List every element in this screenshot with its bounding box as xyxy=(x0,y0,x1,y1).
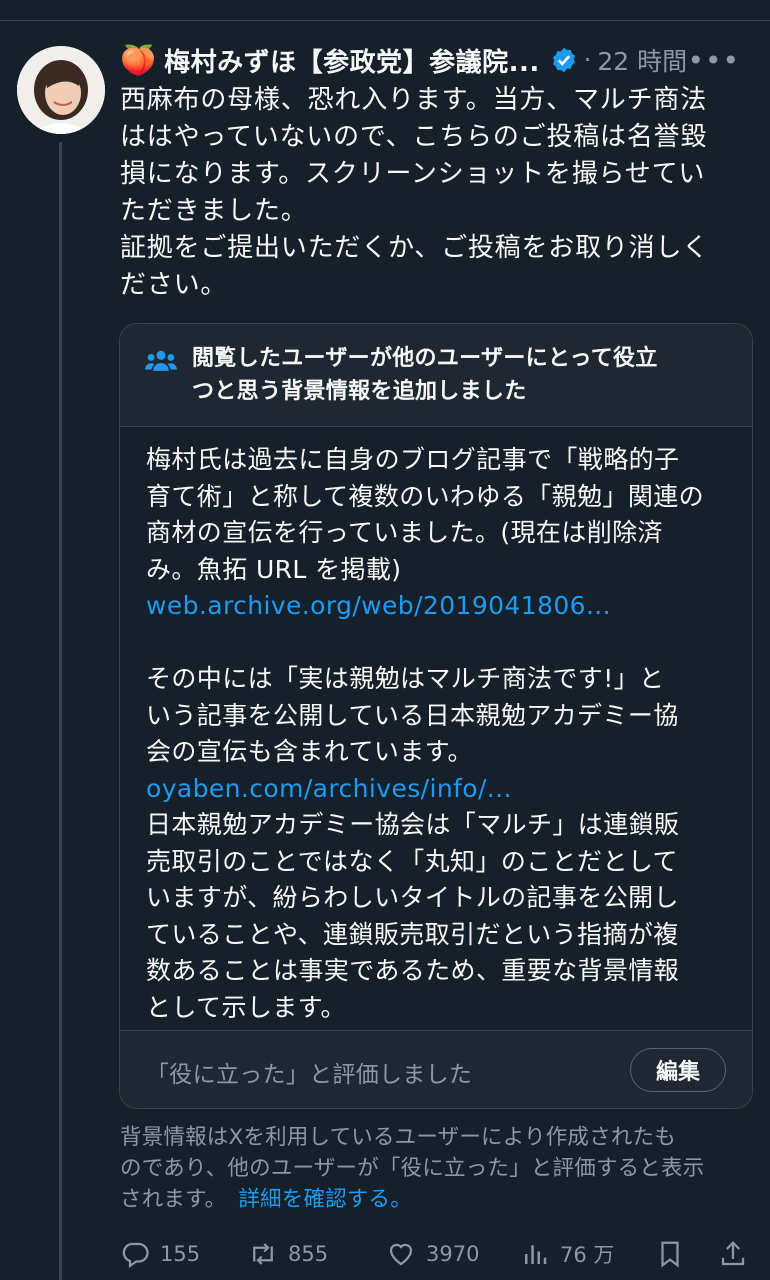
archive-link[interactable]: web.archive.org/web/2019041806... xyxy=(146,588,736,625)
divider xyxy=(0,20,770,21)
bookmark-icon xyxy=(661,1241,679,1268)
learn-more-link[interactable]: 詳細を確認する。 xyxy=(238,1187,412,1212)
community-note-footer: 「役に立った」と評価しました 編集 xyxy=(120,1030,752,1108)
share-icon xyxy=(721,1241,745,1266)
post-page: 🍑 梅村みずほ【参政党】参議院... · 22 時間 ••• 西麻布の母様、恐れ… xyxy=(0,0,770,1280)
post-text: 西麻布の母様、恐れ入ります。当方、マルチ商法 ははやっていないので、こちらのご投… xyxy=(120,85,710,300)
like-button[interactable]: 3970 xyxy=(386,1234,479,1274)
peach-emoji: 🍑 xyxy=(120,42,157,77)
reply-icon xyxy=(122,1242,149,1269)
verified-badge-icon xyxy=(552,47,575,73)
rated-helpful-text: 「役に立った」と評価しました xyxy=(146,1062,473,1088)
disclaimer-text: 背景情報はXを利用しているユーザーにより作成されたも のであり、他のユーザーが「… xyxy=(120,1125,705,1212)
edit-rating-button[interactable]: 編集 xyxy=(630,1048,726,1092)
community-note-disclaimer: 背景情報はXを利用しているユーザーにより作成されたも のであり、他のユーザーが「… xyxy=(120,1122,760,1215)
like-count: 3970 xyxy=(426,1242,480,1266)
views-button[interactable]: 76 万 xyxy=(520,1234,614,1274)
views-chart-icon xyxy=(525,1245,547,1264)
action-bar: 155 855 3970 76 万 xyxy=(120,1234,760,1274)
people-icon xyxy=(145,350,177,371)
thread-line xyxy=(59,142,62,1280)
reply-count: 155 xyxy=(160,1242,201,1266)
community-note-card: 閲覧したユーザーが他のユーザーにとって役立 つと思う背景情報を追加しました 梅村… xyxy=(119,323,753,1109)
timestamp[interactable]: 22 時間 xyxy=(597,42,687,78)
share-button[interactable] xyxy=(718,1234,758,1274)
repost-button[interactable]: 855 xyxy=(248,1234,328,1274)
avatar[interactable] xyxy=(17,46,105,134)
heart-icon xyxy=(389,1243,413,1266)
note-paragraph-1: 梅村氏は過去に自身のブログ記事で「戦略的子 育て術」と称して複数のいわゆる「親勉… xyxy=(146,445,705,584)
community-note-header: 閲覧したユーザーが他のユーザーにとって役立 つと思う背景情報を追加しました xyxy=(120,324,752,427)
post-header: 🍑 梅村みずほ【参政党】参議院... · 22 時間 ••• xyxy=(120,40,760,80)
view-count: 76 万 xyxy=(560,1243,615,1267)
bookmark-button[interactable] xyxy=(655,1234,695,1274)
more-options-icon[interactable]: ••• xyxy=(687,44,740,77)
repost-count: 855 xyxy=(288,1242,329,1266)
author-name[interactable]: 梅村みずほ【参政党】参議院... xyxy=(164,42,540,79)
repost-icon xyxy=(253,1243,273,1265)
separator-dot: · xyxy=(583,46,592,74)
community-note-content: 梅村氏は過去に自身のブログ記事で「戦略的子 育て術」と称して複数のいわゆる「親勉… xyxy=(146,442,736,1026)
note-paragraph-3: 日本親勉アカデミー協会は「マルチ」は連鎖販 売取引のことではなく「丸知」のことだ… xyxy=(146,810,680,1022)
note-paragraph-2: その中には「実は親勉はマルチ商法です!」と いう記事を公開している日本親勉アカデ… xyxy=(146,664,679,766)
community-note-title: 閲覧したユーザーが他のユーザーにとって役立 つと思う背景情報を追加しました xyxy=(192,346,658,404)
reply-button[interactable]: 155 xyxy=(120,1234,200,1274)
oyaben-link[interactable]: oyaben.com/archives/info/... xyxy=(146,771,736,808)
